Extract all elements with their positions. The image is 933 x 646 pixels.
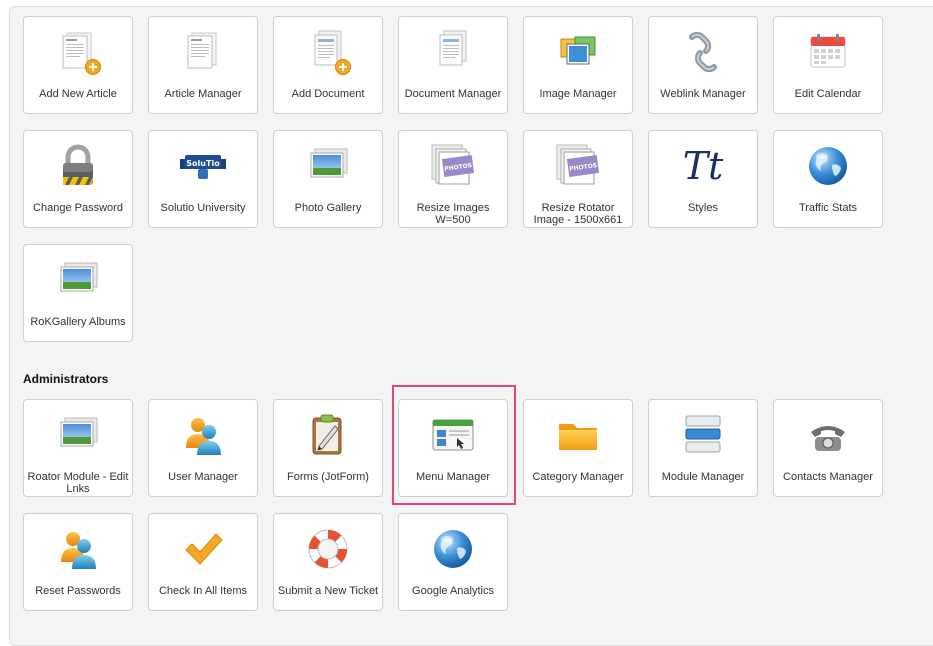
content-row-2: Change Password SoluTio Solutio Universi… [23, 130, 883, 228]
document-manager-button[interactable]: Document Manager [398, 16, 508, 114]
tile-label: Reset Passwords [35, 585, 121, 597]
reset-passwords-button[interactable]: Reset Passwords [23, 513, 133, 611]
resize-images-button[interactable]: Resize Images W=500 [398, 130, 508, 228]
category-manager-button[interactable]: Category Manager [523, 399, 633, 497]
edit-calendar-button[interactable]: Edit Calendar [773, 16, 883, 114]
chain-link-icon [678, 27, 728, 77]
tile-label: User Manager [168, 471, 238, 483]
tile-label: Article Manager [164, 88, 242, 100]
tile-label: RoKGallery Albums [30, 316, 126, 328]
photo-gallery-icon [53, 255, 103, 305]
add-article-icon [53, 27, 103, 77]
tile-label: Category Manager [532, 471, 624, 483]
module-stack-icon [678, 410, 728, 460]
tile-label: Styles [688, 202, 718, 214]
folder-icon [553, 410, 603, 460]
administrators-heading: Administrators [23, 372, 109, 386]
document-icon [428, 27, 478, 77]
tile-label: Resize Images W=500 [416, 202, 490, 226]
tile-label: Solutio University [160, 202, 246, 214]
tile-label: Module Manager [661, 471, 745, 483]
add-new-article-button[interactable]: Add New Article [23, 16, 133, 114]
checkmark-icon [178, 524, 228, 574]
content-row-3: RoKGallery Albums [23, 244, 133, 342]
tile-label: Traffic Stats [798, 202, 858, 214]
menu-manager-button[interactable]: Menu Manager [392, 385, 516, 505]
check-in-all-items-button[interactable]: Check In All Items [148, 513, 258, 611]
traffic-stats-button[interactable]: Traffic Stats [773, 130, 883, 228]
tile-label: Edit Calendar [794, 88, 862, 100]
forms-jotform-button[interactable]: Forms (JotForm) [273, 399, 383, 497]
users-icon [53, 524, 103, 574]
rotator-module-edit-links-button[interactable]: Roator Module - Edit Lnks [23, 399, 133, 497]
weblink-manager-button[interactable]: Weblink Manager [648, 16, 758, 114]
content-row-1: Add New Article Article Manager Add Docu… [23, 16, 883, 114]
tile-label: Photo Gallery [294, 202, 362, 214]
styles-glyph: Tt [682, 144, 724, 188]
globe-icon [803, 141, 853, 191]
styles-tt-icon: Tt [678, 141, 728, 191]
image-manager-button[interactable]: Image Manager [523, 16, 633, 114]
clipboard-pen-icon [303, 410, 353, 460]
telephone-icon [803, 410, 853, 460]
add-document-button[interactable]: Add Document [273, 16, 383, 114]
tile-label: Submit a New Ticket [277, 585, 379, 597]
submit-new-ticket-button[interactable]: Submit a New Ticket [273, 513, 383, 611]
change-password-button[interactable]: Change Password [23, 130, 133, 228]
lifebuoy-icon [303, 524, 353, 574]
tile-label: Add Document [291, 88, 365, 100]
globe-icon [428, 524, 478, 574]
tile-label: Weblink Manager [660, 88, 746, 100]
tile-label: Google Analytics [412, 585, 494, 597]
tile-label: Contacts Manager [783, 471, 873, 483]
user-manager-button[interactable]: User Manager [148, 399, 258, 497]
solutio-university-button[interactable]: SoluTio Solutio University [148, 130, 258, 228]
image-icon [553, 27, 603, 77]
tile-label: Add New Article [39, 88, 117, 100]
solutio-logo-text: SoluTio [186, 159, 220, 168]
admin-row-1: Roator Module - Edit Lnks User Manager F… [23, 385, 883, 505]
users-icon [178, 410, 228, 460]
resize-photos-icon [428, 141, 478, 191]
styles-button[interactable]: Tt Styles [648, 130, 758, 228]
solutio-university-logo: SoluTio [178, 141, 228, 191]
tile-label: Change Password [33, 202, 123, 214]
contacts-manager-button[interactable]: Contacts Manager [773, 399, 883, 497]
google-analytics-button[interactable]: Google Analytics [398, 513, 508, 611]
resize-photos-icon [553, 141, 603, 191]
tile-label: Forms (JotForm) [287, 471, 369, 483]
article-manager-button[interactable]: Article Manager [148, 16, 258, 114]
menu-window-icon [428, 410, 478, 460]
tile-label: Check In All Items [158, 585, 248, 597]
tile-label: Roator Module - Edit Lnks [27, 471, 129, 495]
tile-label: Image Manager [539, 88, 617, 100]
add-document-icon [303, 27, 353, 77]
resize-rotator-image-button[interactable]: Resize Rotator Image - 1500x661 [523, 130, 633, 228]
photo-gallery-icon [53, 410, 103, 460]
padlock-icon [53, 141, 103, 191]
tile-label: Document Manager [404, 88, 502, 100]
photo-gallery-button[interactable]: Photo Gallery [273, 130, 383, 228]
module-manager-button[interactable]: Module Manager [648, 399, 758, 497]
admin-row-2: Reset Passwords Check In All Items Submi… [23, 513, 508, 611]
tile-label: Menu Manager [416, 471, 490, 483]
rokgallery-albums-button[interactable]: RoKGallery Albums [23, 244, 133, 342]
photo-gallery-icon [303, 141, 353, 191]
calendar-icon [803, 27, 853, 77]
article-icon [178, 27, 228, 77]
tile-label: Resize Rotator Image - 1500x661 [533, 202, 623, 226]
